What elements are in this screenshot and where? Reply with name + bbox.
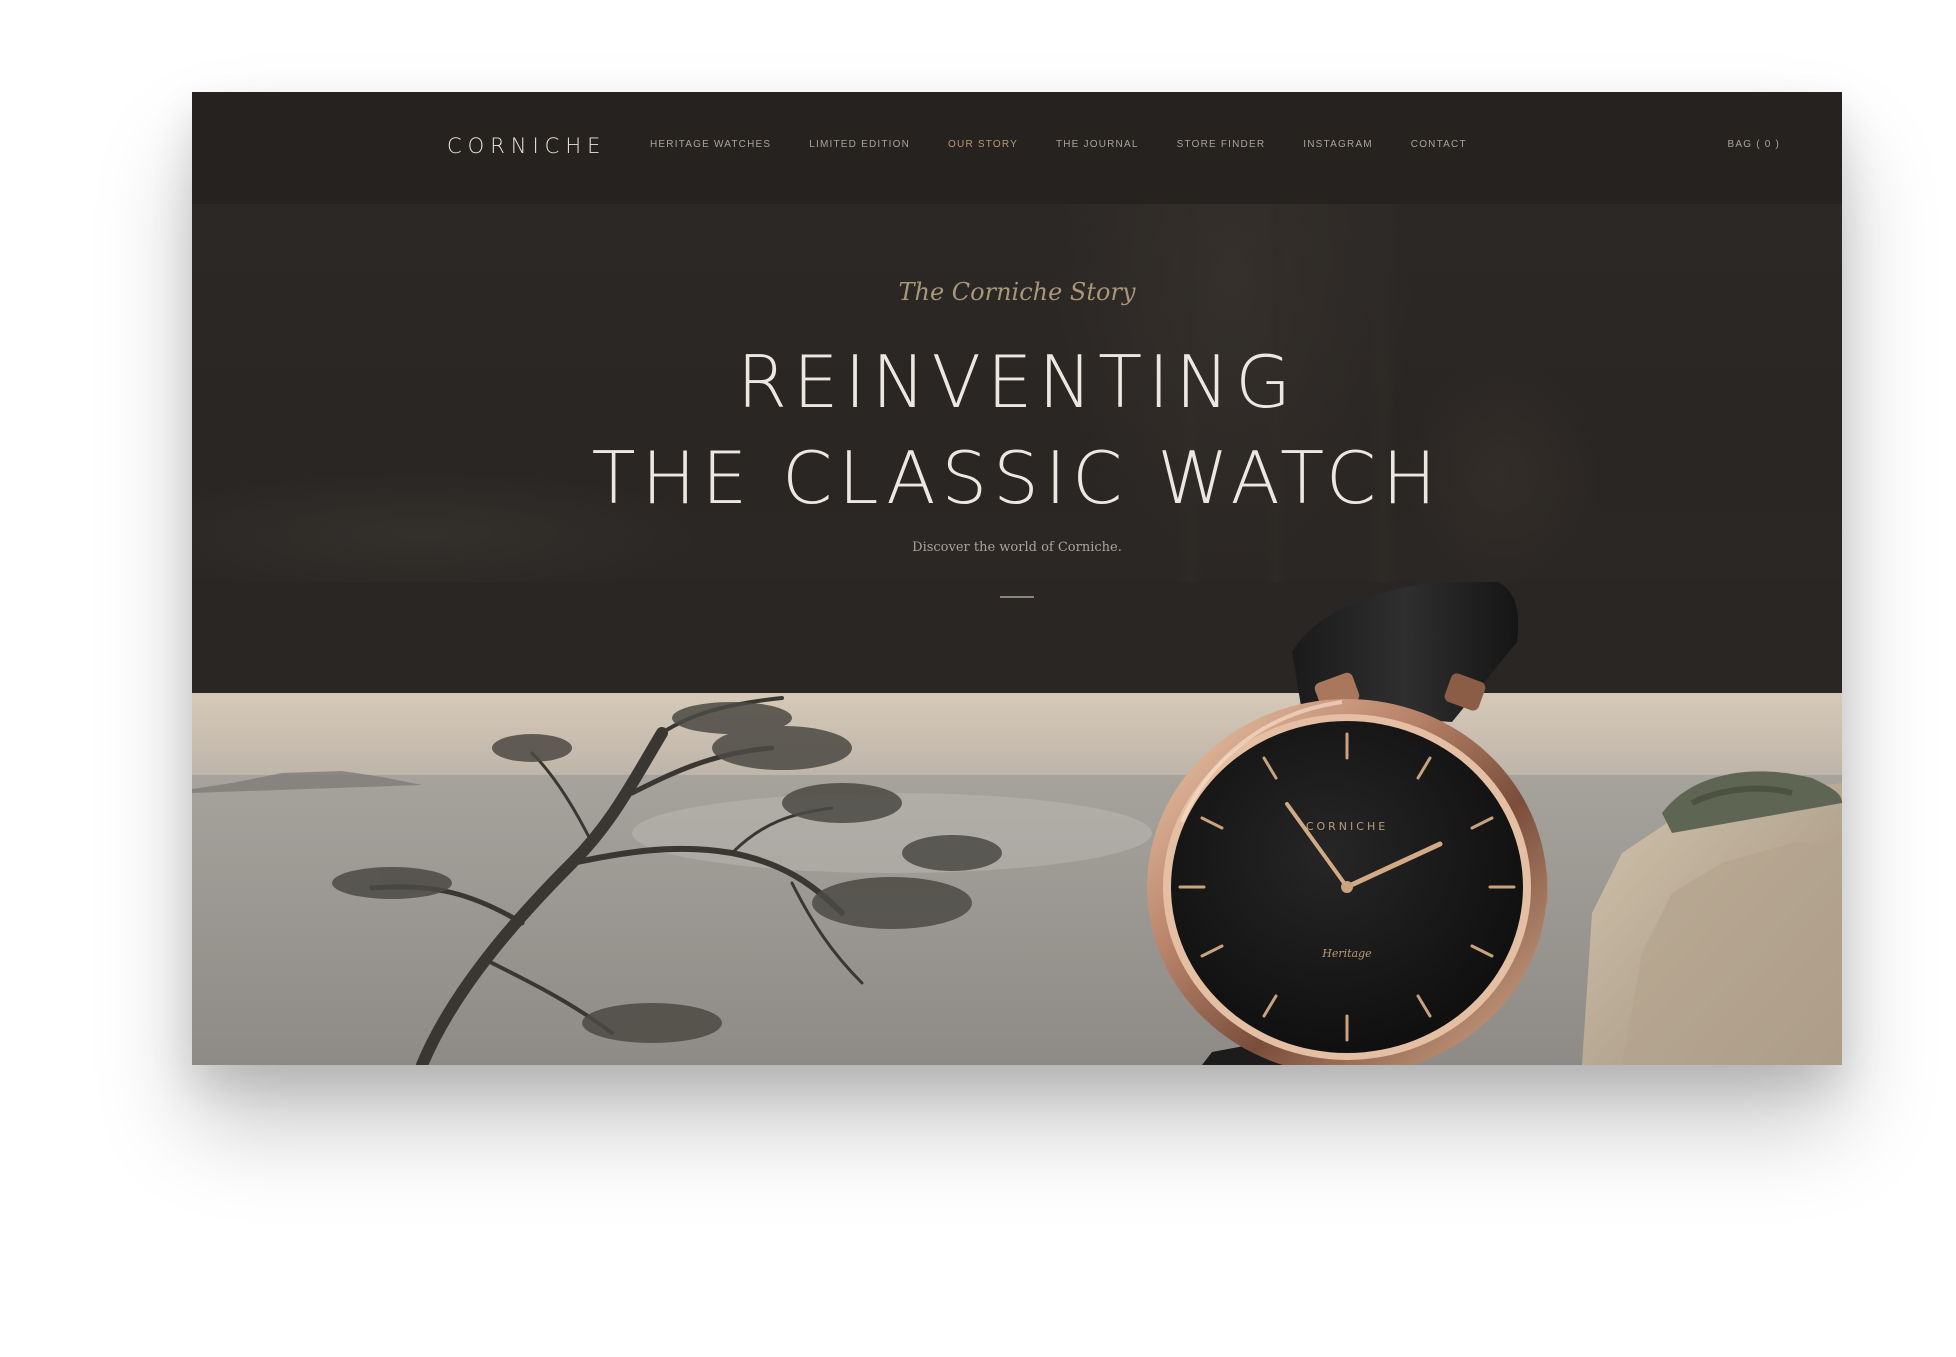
hero-subtext: Discover the world of Corniche. <box>912 540 1122 555</box>
nav-item-contact[interactable]: CONTACT <box>1411 139 1467 150</box>
hero-headline: REINVENTING THE CLASSIC WATCH <box>192 334 1842 526</box>
nav-item-heritage-watches[interactable]: HERITAGE WATCHES <box>650 139 771 150</box>
browser-page: CORNICHE HERITAGE WATCHES LIMITED EDITIO… <box>192 92 1842 1065</box>
shopping-bag-link[interactable]: BAG ( 0 ) <box>1728 139 1780 150</box>
dial-sub: Heritage <box>1321 947 1372 960</box>
nav-item-our-story[interactable]: OUR STORY <box>948 139 1018 150</box>
nav-menu: HERITAGE WATCHES LIMITED EDITION OUR STO… <box>650 139 1505 150</box>
top-navigation: CORNICHE HERITAGE WATCHES LIMITED EDITIO… <box>192 92 1842 204</box>
brand-logo[interactable]: CORNICHE <box>447 134 606 158</box>
hero-divider <box>1000 596 1034 598</box>
nav-item-store-finder[interactable]: STORE FINDER <box>1177 139 1266 150</box>
hero-headline-line1: REINVENTING <box>736 340 1298 424</box>
nav-item-instagram[interactable]: INSTAGRAM <box>1303 139 1373 150</box>
hero-headline-line2: THE CLASSIC WATCH <box>591 436 1443 520</box>
nav-item-the-journal[interactable]: THE JOURNAL <box>1056 139 1139 150</box>
nav-item-limited-edition[interactable]: LIMITED EDITION <box>809 139 910 150</box>
watch-image[interactable]: CORNICHE Heritage <box>1102 577 1622 1065</box>
watch-illustration: CORNICHE Heritage <box>1147 577 1548 1065</box>
dial-brand: CORNICHE <box>1306 820 1388 833</box>
hero-kicker: The Corniche Story <box>898 278 1136 306</box>
